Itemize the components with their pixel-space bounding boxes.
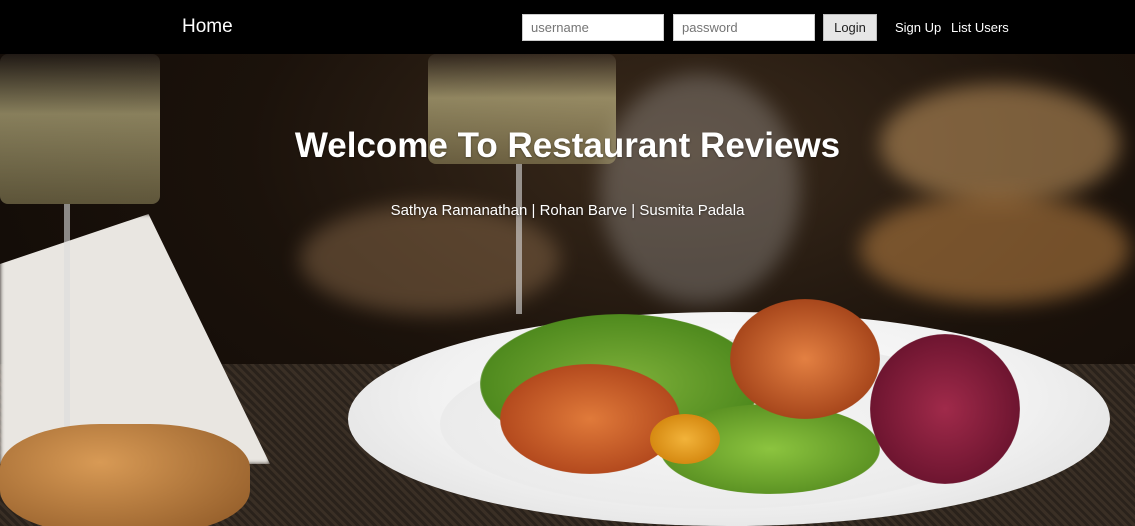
glass-blur — [600, 74, 800, 304]
shrimp — [500, 364, 680, 474]
authors-subtitle: Sathya Ramanathan | Rohan Barve | Susmit… — [390, 202, 745, 219]
hero-banner: Welcome To Restaurant Reviews Sathya Ram… — [0, 54, 1135, 526]
radicchio — [870, 334, 1020, 484]
glass-stem — [516, 164, 522, 314]
list-users-link[interactable]: List Users — [951, 20, 1009, 35]
shrimp — [730, 299, 880, 419]
bread-slices — [0, 424, 250, 526]
glass-stem — [64, 204, 70, 434]
page-title: Welcome To Restaurant Reviews — [294, 126, 841, 165]
top-navbar: Home Login Sign Up List Users — [0, 0, 1135, 54]
mango — [650, 414, 720, 464]
home-link[interactable]: Home — [182, 16, 233, 38]
sign-up-link[interactable]: Sign Up — [895, 20, 941, 35]
password-input[interactable] — [673, 14, 815, 41]
login-button[interactable]: Login — [823, 14, 877, 41]
username-input[interactable] — [522, 14, 664, 41]
